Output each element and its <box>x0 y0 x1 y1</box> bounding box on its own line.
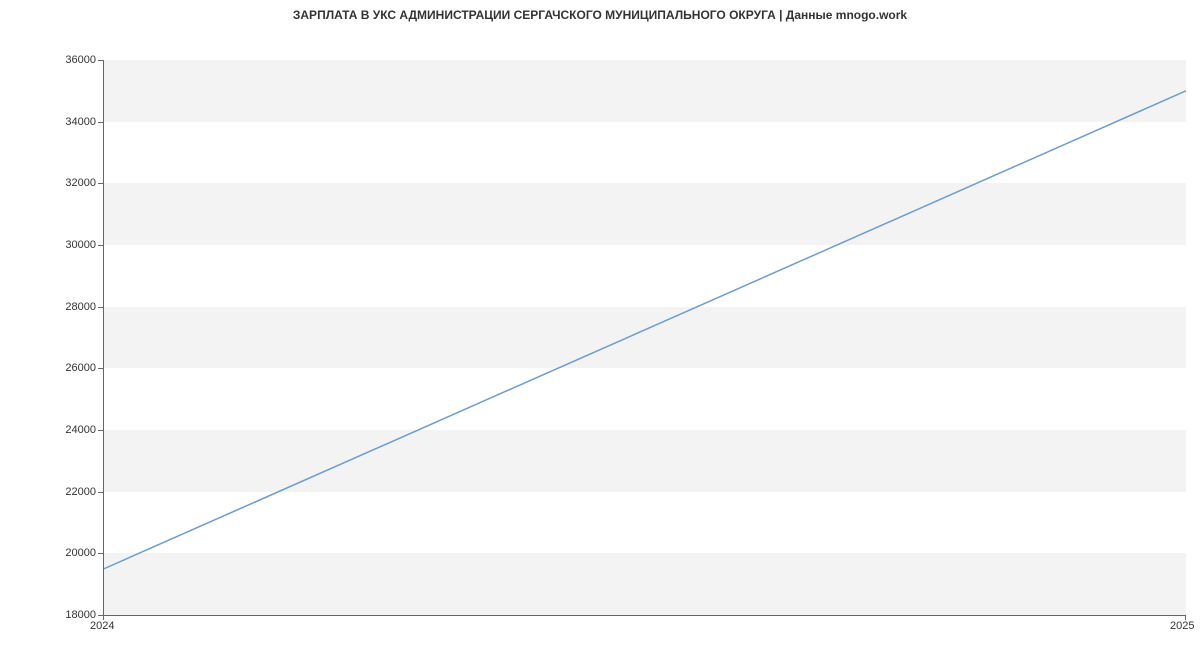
y-tick-label: 26000 <box>65 362 96 374</box>
y-tick-label: 32000 <box>65 177 96 189</box>
line-series <box>104 60 1186 615</box>
y-tick-label: 22000 <box>65 486 96 498</box>
y-tick-label: 20000 <box>65 547 96 559</box>
y-tick-label: 34000 <box>65 116 96 128</box>
y-tick-label: 24000 <box>65 424 96 436</box>
y-tick-label: 28000 <box>65 301 96 313</box>
data-line <box>104 91 1186 569</box>
plot-area <box>103 60 1186 616</box>
x-tick-label: 2025 <box>1170 620 1194 632</box>
x-tick-label: 2024 <box>90 620 114 632</box>
y-tick-label: 30000 <box>65 239 96 251</box>
y-tick-label: 36000 <box>65 54 96 66</box>
chart-title: ЗАРПЛАТА В УКС АДМИНИСТРАЦИИ СЕРГАЧСКОГО… <box>0 0 1200 22</box>
